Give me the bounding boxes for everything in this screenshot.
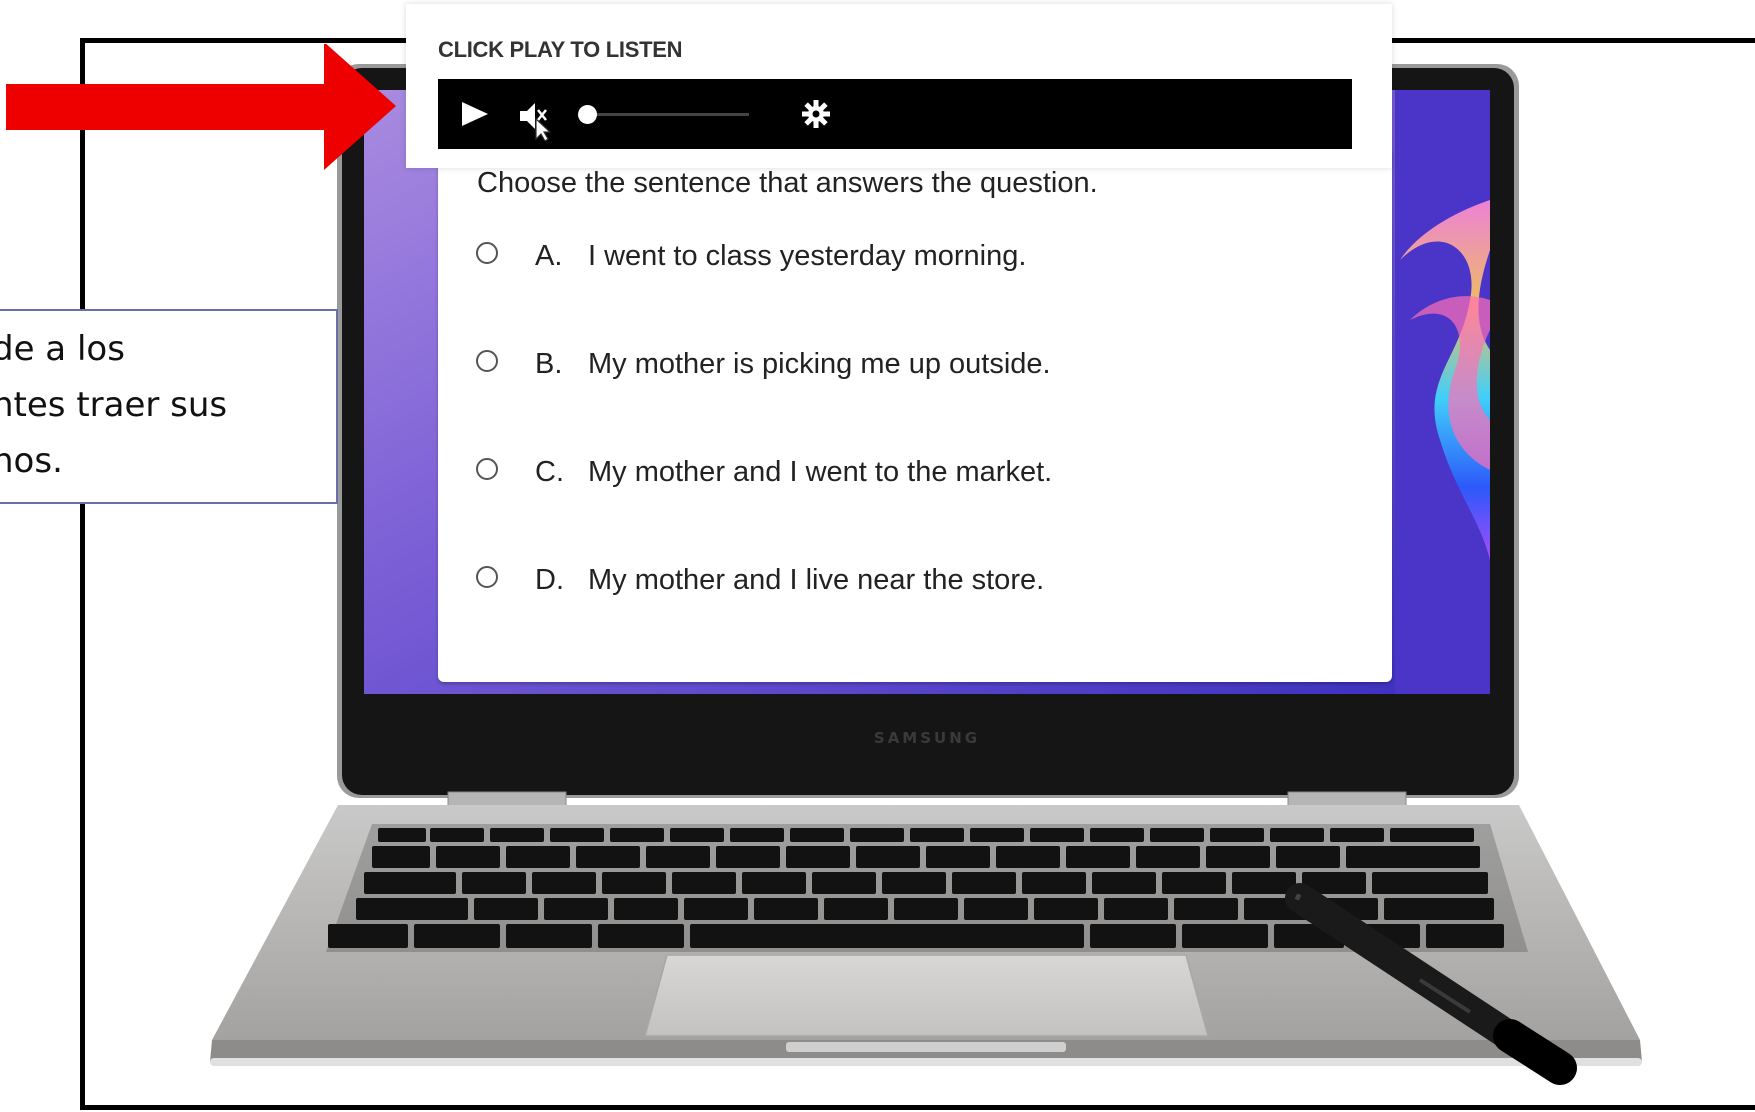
radio-button[interactable] [476,350,498,372]
radio-button[interactable] [476,242,498,264]
volume-slider-thumb[interactable] [578,105,597,124]
option-text: I went to class yesterday morning. [588,240,1027,272]
option-a[interactable]: A. I went to class yesterday morning. [476,240,1276,280]
option-c[interactable]: C. My mother and I went to the market. [476,456,1276,496]
instruction-note: de a los ntes traer sus nos. [0,309,338,504]
option-letter: A. [535,240,563,272]
radio-button[interactable] [476,566,498,588]
option-letter: C. [535,456,564,488]
option-text: My mother is picking me up outside. [588,348,1051,380]
option-letter: B. [535,348,563,380]
option-text: My mother and I live near the store. [588,564,1045,596]
play-icon[interactable] [460,101,490,127]
option-b[interactable]: B. My mother is picking me up outside. [476,348,1276,388]
volume-slider-track[interactable] [583,113,749,116]
note-line-3: nos. [0,441,63,481]
audio-player [438,79,1352,149]
note-line-2: ntes traer sus [0,385,228,425]
note-line-1: de a los [0,329,125,369]
gear-icon[interactable] [800,98,832,130]
option-letter: D. [535,564,564,596]
muted-speaker-icon[interactable] [518,99,556,141]
stage: SAMSUNG de a los ntes traer sus nos. Cho… [0,0,1755,1112]
question-card: Choose the sentence that answers the que… [438,150,1392,682]
option-d[interactable]: D. My mother and I live near the store. [476,564,1276,604]
red-arrow-icon [6,44,396,170]
option-text: My mother and I went to the market. [588,456,1053,488]
radio-button[interactable] [476,458,498,480]
audio-panel: CLICK PLAY TO LISTEN [406,4,1392,168]
question-prompt: Choose the sentence that answers the que… [477,167,1098,199]
audio-panel-title: CLICK PLAY TO LISTEN [438,37,683,62]
